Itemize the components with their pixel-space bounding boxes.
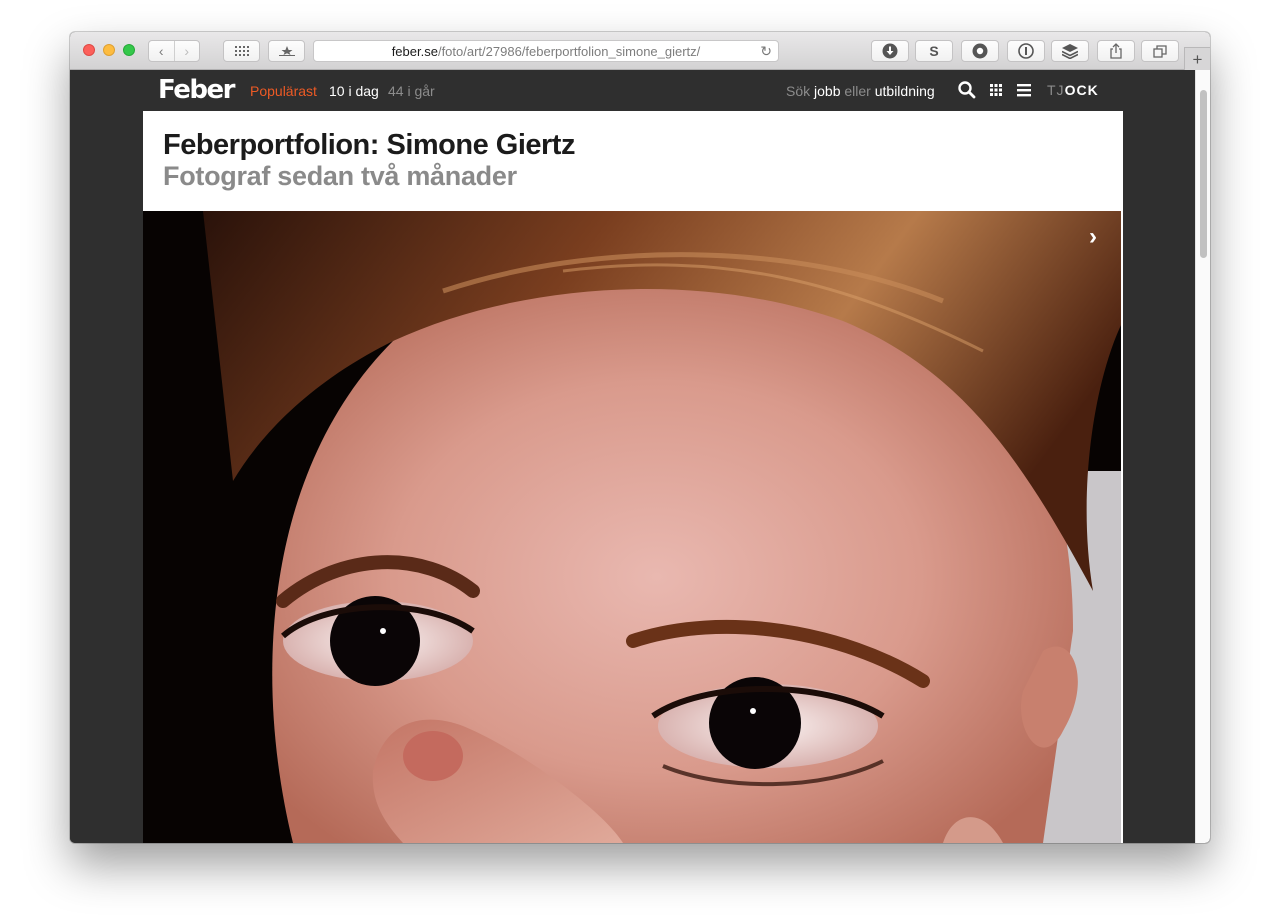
- tjock-part-a: TJ: [1047, 82, 1065, 98]
- browser-toolbar: ‹ › feber.se/foto/art/27986/feberportfol…: [70, 32, 1210, 71]
- chevron-right-icon[interactable]: ›: [1089, 223, 1097, 251]
- keyhole-icon: [1018, 43, 1034, 59]
- top-sites-button[interactable]: [223, 40, 260, 62]
- scrollbar-thumb[interactable]: [1200, 90, 1207, 258]
- jobs-utbildning-word: utbildning: [874, 83, 935, 99]
- article-subtitle: Fotograf sedan två månader: [163, 161, 517, 191]
- extension-shield-button[interactable]: [961, 40, 999, 62]
- page-viewport: Feber Populärast 10 i dag 44 i går Sök j…: [70, 70, 1210, 843]
- forward-button[interactable]: ›: [173, 41, 200, 61]
- jobs-jobb-word: jobb: [814, 83, 841, 99]
- bookmarks-button[interactable]: [268, 40, 305, 62]
- address-bar[interactable]: feber.se/foto/art/27986/feberportfolion_…: [313, 40, 779, 62]
- grid-icon[interactable]: [986, 80, 1006, 100]
- extension-s-label: S: [929, 43, 939, 59]
- share-button[interactable]: [1097, 40, 1135, 62]
- search-icon[interactable]: [957, 80, 977, 100]
- page-scrollbar[interactable]: [1195, 70, 1210, 843]
- back-button[interactable]: ‹: [149, 41, 174, 61]
- tjock-toggle[interactable]: TJOCK: [1047, 82, 1099, 98]
- url-path: /foto/art/27986/feberportfolion_simone_g…: [437, 43, 701, 59]
- gallery-photo[interactable]: ›: [143, 211, 1123, 843]
- share-icon: [1110, 43, 1122, 59]
- page-content: Feber Populärast 10 i dag 44 i går Sök j…: [143, 70, 1123, 843]
- jobs-or-word: eller: [844, 83, 871, 99]
- jobs-search-word: Sök: [786, 83, 811, 99]
- article-title: Feberportfolion: Simone Giertz: [163, 129, 575, 161]
- tabs-overview-button[interactable]: [1141, 40, 1179, 62]
- stack-layers-icon: [1062, 43, 1078, 59]
- tjock-part-b: OCK: [1064, 82, 1099, 98]
- zoom-window-button[interactable]: [123, 44, 135, 56]
- buffer-button[interactable]: [1051, 40, 1089, 62]
- jobs-search-link[interactable]: Sök jobb eller utbildning: [786, 83, 935, 99]
- password-manager-button[interactable]: [1007, 40, 1045, 62]
- site-navigation: Feber Populärast 10 i dag 44 i går Sök j…: [143, 70, 1123, 111]
- download-icon: [882, 43, 898, 59]
- browser-window: ‹ › feber.se/foto/art/27986/feberportfol…: [70, 32, 1210, 843]
- minimize-window-button[interactable]: [103, 44, 115, 56]
- extension-s-button[interactable]: S: [915, 40, 953, 62]
- bookmark-star-icon: [278, 46, 295, 56]
- history-nav: ‹ ›: [148, 40, 200, 62]
- nav-today-link[interactable]: 10 i dag: [329, 83, 379, 99]
- reload-icon[interactable]: ↻: [760, 43, 772, 60]
- hamburger-icon[interactable]: [1014, 80, 1034, 100]
- grid-dots-icon: [234, 46, 249, 56]
- shield-icon: [972, 43, 988, 59]
- tabs-icon: [1153, 44, 1167, 58]
- article-header: Feberportfolion: Simone Giertz Fotograf …: [143, 111, 1123, 211]
- downloads-button[interactable]: [871, 40, 909, 62]
- url-host: feber.se: [391, 43, 438, 59]
- portrait-image: [143, 211, 1123, 843]
- close-window-button[interactable]: [83, 44, 95, 56]
- nav-yesterday-link[interactable]: 44 i går: [388, 83, 435, 99]
- site-logo[interactable]: Feber: [158, 75, 235, 105]
- new-tab-button[interactable]: +: [1184, 47, 1210, 71]
- nav-popular-link[interactable]: Populärast: [250, 83, 317, 99]
